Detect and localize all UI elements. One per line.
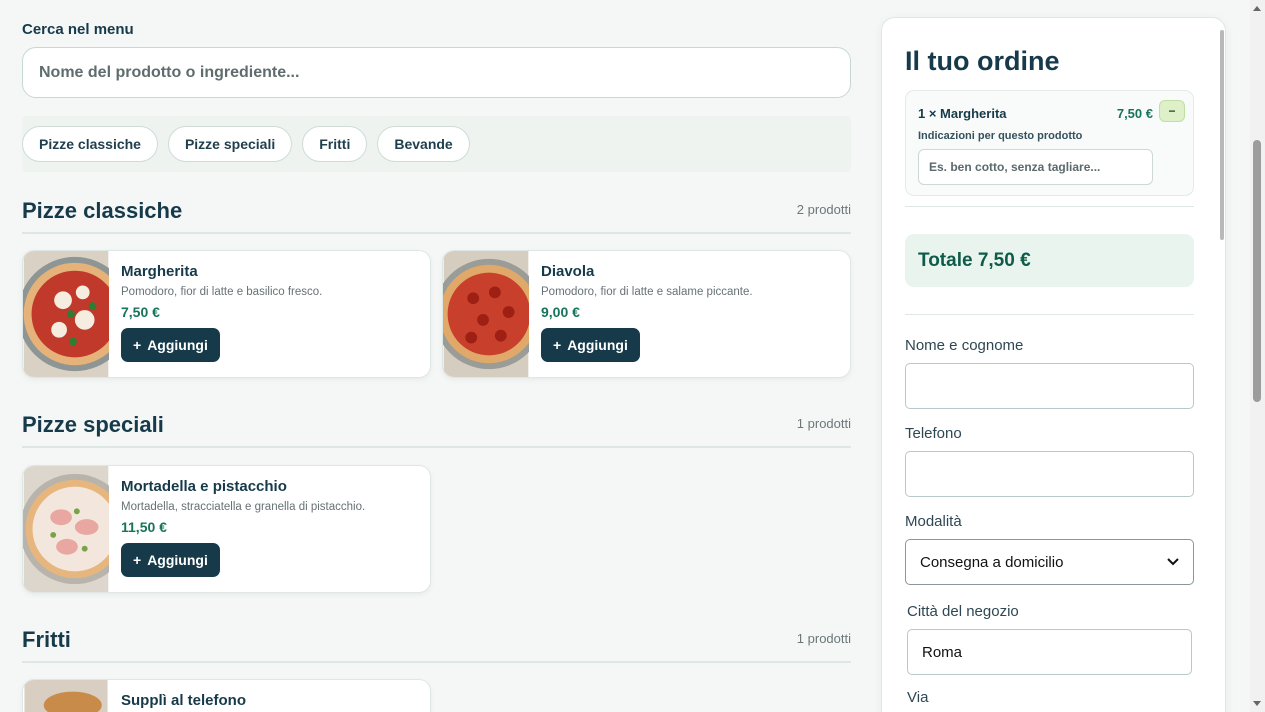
mortadella-image	[23, 466, 109, 592]
plus-icon: +	[553, 337, 562, 353]
product-card-suppli: Supplì al telefono	[22, 679, 431, 712]
section-header: Pizze speciali 1 prodotti	[22, 412, 851, 448]
chip-bevande[interactable]: Bevande	[377, 126, 470, 162]
product-card-mortadella: Mortadella e pistacchio Mortadella, stra…	[22, 465, 431, 593]
search-label: Cerca nel menu	[22, 21, 134, 38]
order-item-price: 7,50 €	[1116, 106, 1153, 121]
plus-icon: +	[133, 337, 142, 353]
decrease-quantity-button[interactable]: −	[1159, 100, 1185, 122]
city-value: Roma	[922, 643, 963, 661]
section-count: 1 prodotti	[796, 631, 851, 646]
phone-input[interactable]	[905, 451, 1194, 497]
notes-label: Indicazioni per questo prodotto	[918, 130, 1083, 142]
product-price: 9,00 €	[541, 304, 580, 320]
panel-scrollbar[interactable]	[1220, 30, 1224, 240]
product-name: Supplì al telefono	[121, 692, 247, 709]
product-description: Mortadella, stracciatella e granella di …	[121, 501, 366, 513]
order-total: Totale 7,50 €	[905, 234, 1194, 287]
scroll-down-icon[interactable]	[1253, 701, 1261, 706]
diavola-image	[443, 251, 529, 377]
add-button[interactable]: + Aggiungi	[121, 328, 220, 362]
name-label: Nome e cognome	[905, 337, 1024, 354]
page-scrollbar[interactable]	[1250, 0, 1265, 712]
mode-value: Consegna a domicilio	[920, 553, 1064, 571]
product-name: Mortadella e pistacchio	[121, 478, 287, 495]
mode-select[interactable]: Consegna a domicilio	[905, 539, 1194, 585]
city-label: Città del negozio	[907, 603, 1019, 620]
section-header: Pizze classiche 2 prodotti	[22, 198, 851, 234]
chevron-down-icon	[1167, 555, 1179, 569]
section-count: 1 prodotti	[796, 416, 851, 431]
order-title: Il tuo ordine	[905, 46, 1060, 76]
street-label: Via	[907, 689, 929, 706]
product-name: Margherita	[121, 263, 198, 280]
phone-label: Telefono	[905, 425, 962, 442]
mode-label: Modalità	[905, 513, 962, 530]
margherita-image	[23, 251, 109, 377]
add-button[interactable]: + Aggiungi	[541, 328, 640, 362]
divider	[905, 314, 1194, 315]
order-panel: Il tuo ordine 1 × Margherita 7,50 € − In…	[881, 17, 1226, 712]
product-description: Pomodoro, fior di latte e salame piccant…	[541, 286, 753, 298]
search-input[interactable]	[22, 47, 851, 98]
name-input[interactable]	[905, 363, 1194, 409]
section-fritti: Fritti 1 prodotti	[22, 627, 851, 663]
product-name: Diavola	[541, 263, 595, 280]
order-item: 1 × Margherita 7,50 € − Indicazioni per …	[905, 90, 1194, 196]
menu-main: Cerca nel menu Pizze classiche Pizze spe…	[22, 0, 851, 712]
divider	[905, 206, 1194, 207]
product-card-diavola: Diavola Pomodoro, fior di latte e salame…	[442, 250, 851, 378]
plus-icon: +	[133, 552, 142, 568]
category-chips: Pizze classiche Pizze speciali Fritti Be…	[22, 116, 851, 172]
notes-input[interactable]	[918, 149, 1153, 185]
product-card-margherita: Margherita Pomodoro, fior di latte e bas…	[22, 250, 431, 378]
order-item-name: 1 × Margherita	[918, 106, 1007, 121]
section-title: Fritti	[22, 627, 71, 652]
section-count: 2 prodotti	[796, 202, 851, 217]
chip-fritti[interactable]: Fritti	[302, 126, 368, 162]
add-button[interactable]: + Aggiungi	[121, 543, 220, 577]
add-button-label: Aggiungi	[147, 337, 208, 353]
city-input[interactable]: Roma	[907, 629, 1192, 675]
add-button-label: Aggiungi	[567, 337, 628, 353]
chip-pizze-classiche[interactable]: Pizze classiche	[22, 126, 158, 162]
section-pizze-classiche: Pizze classiche 2 prodotti	[22, 198, 851, 234]
product-price: 11,50 €	[121, 519, 167, 535]
product-description: Pomodoro, fior di latte e basilico fresc…	[121, 286, 323, 298]
section-title: Pizze speciali	[22, 412, 164, 437]
section-header: Fritti 1 prodotti	[22, 627, 851, 663]
section-title: Pizze classiche	[22, 198, 183, 223]
section-pizze-speciali: Pizze speciali 1 prodotti	[22, 412, 851, 448]
scroll-thumb[interactable]	[1253, 140, 1261, 402]
chip-pizze-speciali[interactable]: Pizze speciali	[167, 126, 293, 162]
product-price: 7,50 €	[121, 304, 160, 320]
suppli-image	[24, 680, 108, 712]
add-button-label: Aggiungi	[147, 552, 208, 568]
scroll-up-icon[interactable]	[1253, 6, 1261, 11]
